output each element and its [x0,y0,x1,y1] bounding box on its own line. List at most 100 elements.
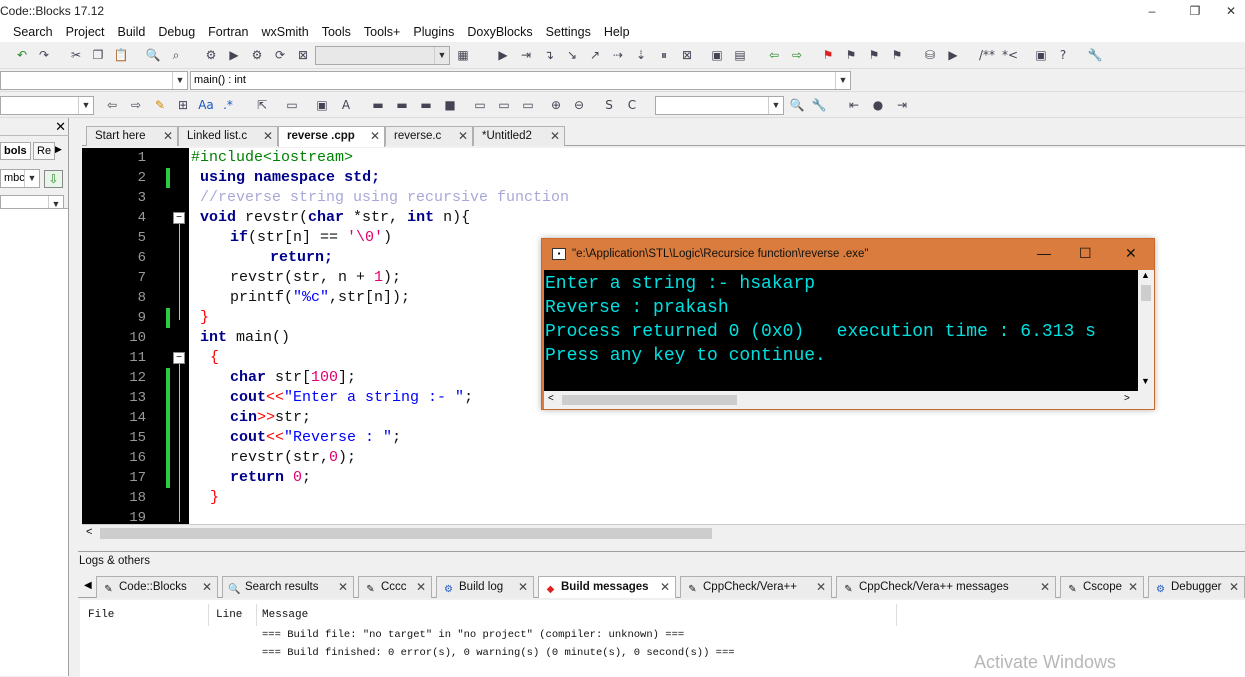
layout-1-icon[interactable]: ▬ [370,97,386,113]
editor-horizontal-scrollbar[interactable]: < [82,524,1245,541]
menu-plugins[interactable]: Plugins [413,25,454,39]
menu-fortran[interactable]: Fortran [208,25,248,39]
tab-cppcheck-vera[interactable]: ✎ CppCheck/Vera++ ✕ [680,576,832,598]
close-icon[interactable]: ✕ [416,577,426,597]
s-icon[interactable]: S [601,97,617,113]
scope-combo[interactable]: ▼ [0,71,188,90]
scroll-down-icon[interactable]: ▼ [1141,376,1150,386]
shape-1-icon[interactable]: ▭ [472,97,488,113]
find-combo[interactable]: ▼ [0,96,94,115]
zoom-in-icon[interactable]: ⊕ [548,97,564,113]
shape-3-icon[interactable]: ▭ [520,97,536,113]
console-window[interactable]: ▪ "e:\Application\STL\Logic\Recursice fu… [541,238,1155,410]
close-icon[interactable]: ✕ [1229,577,1239,597]
close-icon[interactable]: ✕ [660,577,670,597]
search-combo[interactable]: ▼ [655,96,784,115]
match-case-icon[interactable]: Aa [198,97,214,113]
run-to-cursor-icon[interactable]: ⇥ [518,47,534,63]
close-window-button[interactable]: ✕ [1208,0,1245,22]
tab-cccc[interactable]: ✎ Cccc ✕ [358,576,432,598]
menu-doxyblocks[interactable]: DoxyBlocks [467,25,532,39]
tab-cppcheck-vera-messages[interactable]: ✎ CppCheck/Vera++ messages ✕ [836,576,1056,598]
record-icon[interactable]: ● [870,97,886,113]
tab-symbols[interactable]: bols [0,142,31,160]
symbols-combo[interactable]: mbc ▼ [0,169,40,188]
menu-debug[interactable]: Debug [158,25,195,39]
toggle-bookmark-icon[interactable]: ⚑ [820,47,836,63]
clear-bookmarks-icon[interactable]: ⚑ [889,47,905,63]
function-combo[interactable]: main() : int ▼ [190,71,851,90]
close-icon[interactable]: ✕ [816,577,826,597]
menu-search[interactable]: Search [13,25,53,39]
refresh-symbols-icon[interactable]: ⇩ [44,170,63,188]
tab-cscope[interactable]: ✎ Cscope ✕ [1060,576,1144,598]
paste-icon[interactable]: 📋 [113,47,129,63]
scroll-left-icon[interactable]: < [86,526,92,538]
scroll-up-icon[interactable]: ▲ [1141,270,1150,280]
last-icon[interactable]: ⇥ [894,97,910,113]
console-vertical-scrollbar[interactable]: ▲ ▼ [1138,270,1154,391]
tab-linked-list[interactable]: Linked list.c ✕ [178,126,278,146]
tab-scroll-right-icon[interactable]: ▶ [55,144,62,155]
menu-settings[interactable]: Settings [546,25,591,39]
menu-tools-plus[interactable]: Tools+ [364,25,400,39]
scroll-left-icon[interactable]: < [548,393,554,404]
tab-debugger[interactable]: ⚙ Debugger ✕ [1148,576,1245,598]
text-a-icon[interactable]: A [338,97,354,113]
next-instruction-icon[interactable]: ⇢ [610,47,626,63]
close-icon[interactable]: ✕ [1040,577,1050,597]
copy-icon[interactable]: ❐ [90,47,106,63]
tab-search-results[interactable]: 🔍 Search results ✕ [222,576,354,598]
run-icon[interactable]: ▶ [226,47,242,63]
debug-continue-icon[interactable]: ▶ [495,47,511,63]
find-prev-icon[interactable]: ⇦ [104,97,120,113]
selected-text-icon[interactable]: ⊞ [175,97,191,113]
tab-scroll-left-icon[interactable]: ◀ [84,580,92,591]
scrollbar-thumb[interactable] [100,528,712,539]
scroll-right-icon[interactable]: > [1124,393,1130,404]
find-next-icon[interactable]: ⇨ [128,97,144,113]
close-icon[interactable]: ✕ [163,127,173,145]
close-icon[interactable]: ✕ [202,577,212,597]
menu-project[interactable]: Project [66,25,105,39]
step-out-icon[interactable]: ↗ [587,47,603,63]
debug-windows-icon[interactable]: ▣ [709,47,725,63]
close-icon[interactable]: ✕ [370,127,380,145]
close-icon[interactable]: ✕ [518,577,528,597]
prev-bookmark-icon[interactable]: ⚑ [843,47,859,63]
console-close-button[interactable]: ✕ [1125,245,1137,262]
fold-collapse-icon[interactable]: − [173,352,185,364]
chm-help-icon[interactable]: ? [1055,47,1071,63]
menu-wxsmith[interactable]: wxSmith [261,25,308,39]
highlight-icon[interactable]: ✎ [152,97,168,113]
tab-resources[interactable]: Re [33,142,56,160]
image-icon[interactable]: ▣ [314,97,330,113]
block-comment-icon[interactable]: /** [975,47,999,63]
layout-2-icon[interactable]: ▬ [394,97,410,113]
pause-icon[interactable]: ⏸ [656,47,672,63]
search-go-icon[interactable]: 🔍 [789,97,805,113]
tab-untitled2[interactable]: *Untitled2 ✕ [473,126,565,146]
tab-reverse-c[interactable]: reverse.c ✕ [385,126,473,146]
symbols-tree[interactable] [0,208,68,676]
line-comment-icon[interactable]: *< [1000,47,1020,63]
tab-build-messages[interactable]: ◆ Build messages ✕ [538,576,676,598]
doxy-extract-icon[interactable]: ▶ [945,47,961,63]
pointer-icon[interactable]: ⇱ [254,97,270,113]
html-doc-icon[interactable]: ▣ [1033,47,1049,63]
next-bookmark-icon[interactable]: ⚑ [866,47,882,63]
close-icon[interactable]: ✕ [338,577,348,597]
column-header-message[interactable]: Message [262,609,308,621]
rebuild-icon[interactable]: ⟳ [272,47,288,63]
stop-debug-icon[interactable]: ⊠ [679,47,695,63]
find-icon[interactable]: 🔍 [145,47,161,63]
cut-icon[interactable]: ✂ [68,47,84,63]
console-maximize-button[interactable]: ☐ [1079,245,1092,262]
abort-icon[interactable]: ⊠ [295,47,311,63]
step-into-icon[interactable]: ↘ [564,47,580,63]
column-header-file[interactable]: File [88,609,114,621]
scrollbar-thumb[interactable] [562,395,737,405]
console-horizontal-scrollbar[interactable]: < > [544,391,1154,409]
forward-arrow-icon[interactable]: ⇨ [789,47,805,63]
replace-icon[interactable]: ⌕ [168,47,184,63]
